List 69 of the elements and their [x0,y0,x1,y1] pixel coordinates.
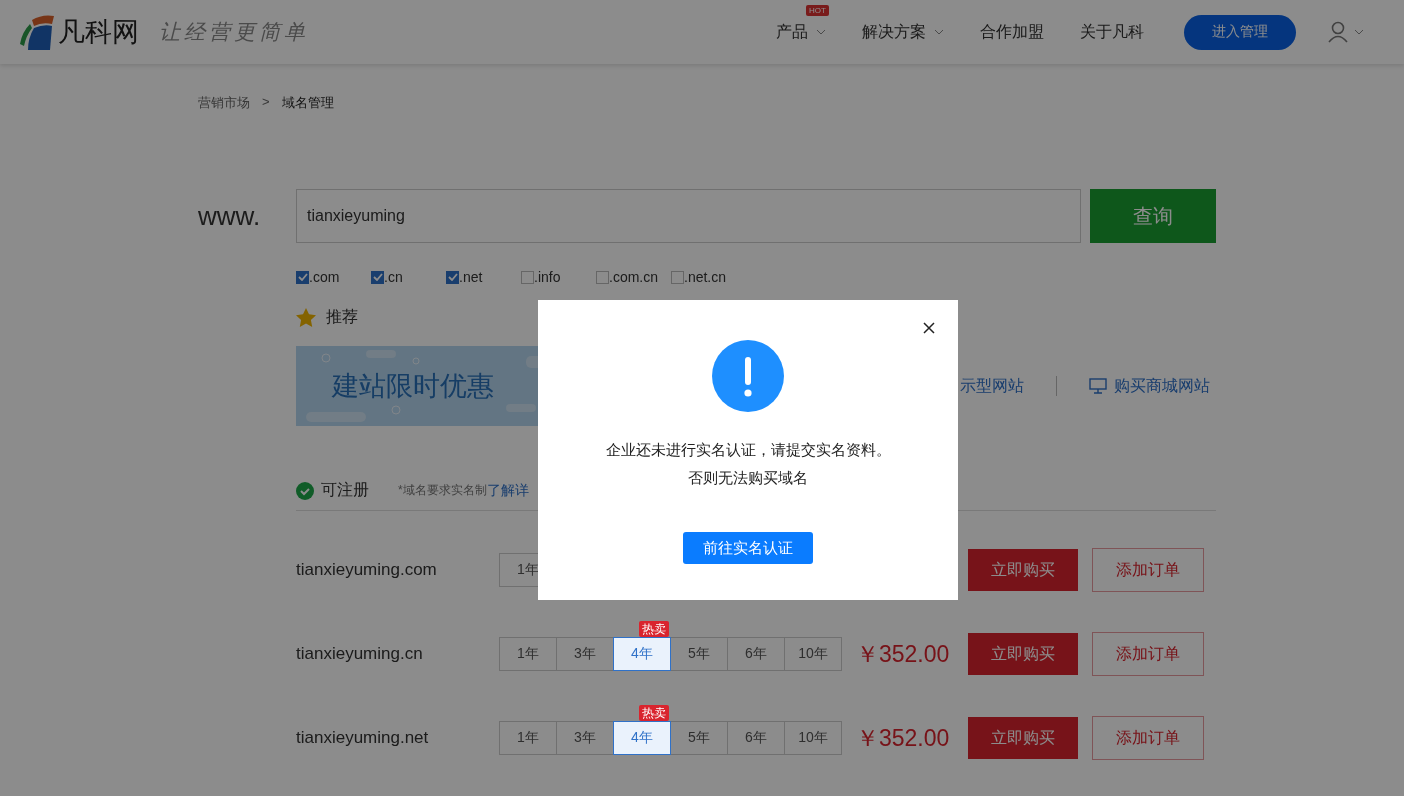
year-option[interactable]: 4年 [613,637,671,671]
year-option[interactable]: 5年 [670,637,728,671]
checkbox[interactable] [521,270,534,284]
details-link[interactable]: 了解详 [486,481,529,500]
star-icon [296,308,316,327]
year-option[interactable]: 6年 [727,721,785,755]
site-link[interactable]: 购买商城网站 [1089,375,1210,397]
exclamation-icon [712,340,784,412]
domain-input[interactable]: tianxieyuming [296,189,1081,243]
dialog-message: 企业还未进行实名认证，请提交实名资料。 [605,440,891,460]
year-option[interactable]: 10年 [784,721,842,755]
chevron-down-icon [934,29,944,35]
close-icon[interactable] [923,322,935,334]
manage-button[interactable]: 进入管理 [1184,14,1296,50]
breadcrumb-separator: > [262,94,270,111]
checkbox-label: .com [309,269,340,285]
checkbox-label: .cn [384,269,403,285]
year-option[interactable]: 4年 [613,721,671,755]
hint-text: *域名要求实名制 [398,482,487,499]
banner-title: 建站限时优惠 [332,370,494,403]
year-option[interactable]: 10年 [784,637,842,671]
monitor-icon [1089,378,1107,394]
checkbox[interactable] [446,270,459,284]
nav-link[interactable]: 解决方案 [862,21,944,43]
year-option[interactable]: 6年 [727,637,785,671]
nav-link[interactable]: 关于凡科 [1080,21,1144,43]
dialog-message: 否则无法购买域名 [688,468,808,488]
add-order-button[interactable]: 添加订单 [1092,716,1204,760]
hot-badge: 热卖 [639,705,669,721]
add-order-button[interactable]: 添加订单 [1092,632,1204,676]
checkbox-label: .info [534,269,561,285]
hot-badge: HOT [806,4,829,16]
section-title: 可注册 [321,480,369,500]
checkbox-label: .net [459,269,483,285]
chevron-down-icon [816,29,826,35]
hot-badge: 热卖 [639,621,669,637]
buy-now-button[interactable]: 立即购买 [968,633,1078,675]
domain-name: tianxieyuming.net [296,728,430,748]
checkbox[interactable] [671,270,684,284]
buy-now-button[interactable]: 立即购买 [968,549,1078,591]
year-option[interactable]: 3年 [556,721,614,755]
breadcrumb-link[interactable]: 营销市场 [198,94,250,112]
checkbox[interactable] [296,270,309,284]
year-option[interactable]: 1年 [499,721,557,755]
year-option[interactable]: 3年 [556,637,614,671]
site-link[interactable]: 示型网站 [960,375,1024,397]
search-button[interactable]: 查询 [1090,189,1216,243]
verify-button[interactable]: 前往实名认证 [683,532,813,564]
url-prefix: www. [198,200,262,232]
check-circle-icon [296,481,314,500]
checkbox-label: .net.cn [684,269,727,285]
checkbox[interactable] [371,270,384,284]
section-title: 推荐 [326,307,358,327]
slogan: 让经营更简单 [159,19,309,46]
checkbox-label: .com.cn [609,269,658,285]
logo-icon[interactable] [18,14,56,50]
breadcrumb-link[interactable]: 域名管理 [281,94,334,112]
year-option[interactable]: 1年 [499,637,557,671]
user-icon[interactable] [1328,21,1364,43]
nav-link[interactable]: 合作加盟 [980,21,1044,43]
add-order-button[interactable]: 添加订单 [1092,548,1204,592]
price: ￥352.00 [856,723,951,753]
price: ￥352.00 [856,639,951,669]
checkbox[interactable] [596,270,609,284]
domain-name: tianxieyuming.cn [296,644,424,664]
domain-name: tianxieyuming.com [296,560,438,580]
year-option[interactable]: 5年 [670,721,728,755]
logo-text[interactable]: 凡科网 [58,14,139,50]
buy-now-button[interactable]: 立即购买 [968,717,1078,759]
